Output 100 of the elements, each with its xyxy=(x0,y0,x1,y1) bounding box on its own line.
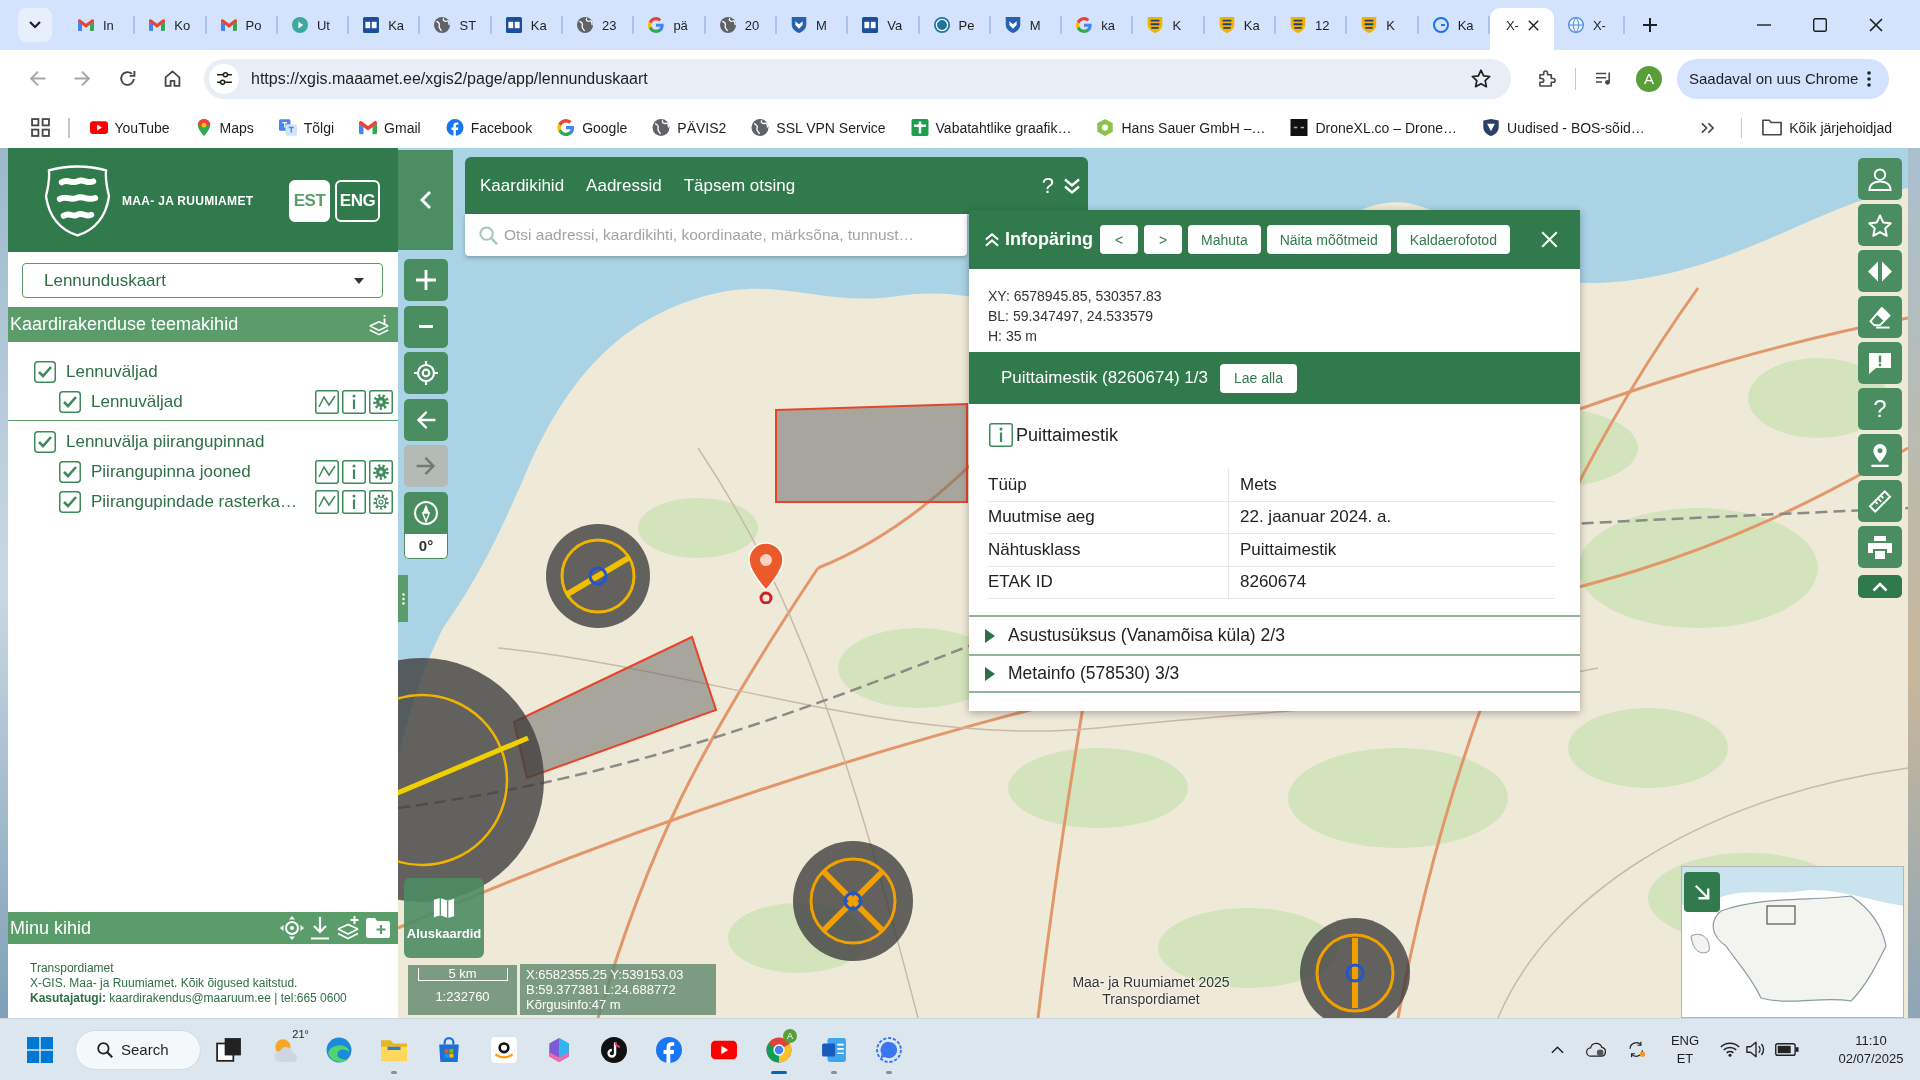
browser-tab[interactable]: Ut xyxy=(277,8,350,42)
browser-tab[interactable]: pä xyxy=(634,8,706,42)
site-info-button[interactable] xyxy=(209,63,239,94)
bookmark[interactable]: Maps xyxy=(186,112,262,143)
browser-tab[interactable]: M xyxy=(990,8,1063,42)
locate-button[interactable] xyxy=(404,352,448,394)
double-chevron-down-icon[interactable] xyxy=(1064,177,1080,194)
info-icon[interactable] xyxy=(342,460,366,484)
print-button[interactable] xyxy=(1858,526,1902,568)
layers-plus-icon[interactable] xyxy=(336,916,360,940)
bookmark[interactable]: Tõlgi xyxy=(270,112,343,143)
gear-icon[interactable] xyxy=(369,390,393,414)
search-field[interactable]: Otsi aadressi, kaardikihti, koordinaate, märksõna, tunnust… xyxy=(465,214,967,256)
help-button[interactable]: ? xyxy=(1041,172,1054,199)
checkbox[interactable] xyxy=(59,491,81,513)
browser-tab[interactable]: X- xyxy=(1553,8,1626,42)
result-header[interactable]: Puittaimestik (8260674) 1/3 Lae alla xyxy=(969,352,1580,404)
browser-tab[interactable]: Po xyxy=(206,8,278,42)
input-language-button[interactable]: ENG ET xyxy=(1663,1031,1707,1068)
apps-grid-icon[interactable] xyxy=(31,118,50,137)
zoom-in-button[interactable] xyxy=(404,259,448,301)
bookmark[interactable]: DroneXL.co – Drone… xyxy=(1282,112,1466,143)
checkbox[interactable] xyxy=(34,361,56,383)
favorites-button[interactable] xyxy=(1858,204,1902,246)
browser-tab[interactable]: ST xyxy=(420,8,492,42)
weather-button[interactable]: 21° xyxy=(256,1025,311,1074)
line-chart-icon[interactable] xyxy=(315,390,339,414)
info-button[interactable]: Mahuta xyxy=(1188,225,1261,254)
browser-tab[interactable]: K xyxy=(1347,8,1419,42)
eraser-button[interactable] xyxy=(1858,296,1902,338)
checkbox[interactable] xyxy=(59,461,81,483)
language-button[interactable]: ENG xyxy=(335,180,380,222)
location-button[interactable] xyxy=(1858,434,1902,476)
bookmark[interactable]: Google xyxy=(549,112,636,143)
browser-tab[interactable]: ka xyxy=(1062,8,1134,42)
result-row[interactable]: Asustusüksus (Vanamõisa küla) 2/3 xyxy=(969,615,1580,654)
browser-tab[interactable]: X- xyxy=(1489,8,1554,50)
tab-search-button[interactable] xyxy=(18,8,52,42)
folder-plus-icon[interactable] xyxy=(366,916,390,940)
gear-icon[interactable] xyxy=(369,460,393,484)
download-icon[interactable] xyxy=(310,916,330,940)
bookmark[interactable]: Hans Sauer GmbH –… xyxy=(1088,112,1274,143)
all-bookmarks-button[interactable]: Kõik järjehoidjad xyxy=(1754,112,1900,143)
browser-tab[interactable]: K xyxy=(1133,8,1205,42)
move-target-icon[interactable] xyxy=(280,916,304,940)
bookmark[interactable]: SSL VPN Service xyxy=(743,112,894,143)
browser-tab[interactable]: Ka xyxy=(491,8,564,42)
close-icon[interactable] xyxy=(1527,19,1539,31)
collapse-tools-button[interactable] xyxy=(1858,575,1902,598)
help-button[interactable]: ? xyxy=(1858,388,1902,430)
feedback-button[interactable] xyxy=(1858,342,1902,384)
compass-button[interactable] xyxy=(404,491,448,534)
info-icon[interactable] xyxy=(342,490,366,514)
bookmark[interactable]: Vabatahtlike graafik… xyxy=(902,112,1080,143)
download-button[interactable]: Lae alla xyxy=(1219,363,1297,393)
search-tab[interactable]: Kaardikihid xyxy=(469,175,576,196)
browser-tab[interactable]: 12 xyxy=(1276,8,1348,42)
bookmark[interactable]: PÄVIS2 xyxy=(644,112,735,143)
browser-tab[interactable]: 20 xyxy=(705,8,777,42)
info-button[interactable]: > xyxy=(1144,225,1182,254)
compare-button[interactable] xyxy=(1858,250,1902,292)
info-button[interactable]: < xyxy=(1100,225,1138,254)
map-select[interactable]: Lennunduskaart xyxy=(22,263,383,298)
checkbox[interactable] xyxy=(59,391,81,413)
info-button[interactable]: Näita mõõtmeid xyxy=(1266,225,1391,254)
panel-resize-handle[interactable] xyxy=(398,575,408,622)
bookmark[interactable]: Facebook xyxy=(437,112,541,143)
browser-tab[interactable]: Pe xyxy=(919,8,991,42)
address-bar[interactable]: https://xgis.maaamet.ee/xgis2/page/app/lennunduskaart xyxy=(204,58,1511,99)
browser-tab[interactable]: Ko xyxy=(135,8,207,42)
browser-tab[interactable]: 23 xyxy=(563,8,635,42)
info-icon[interactable] xyxy=(342,390,366,414)
bookmark[interactable]: YouTube xyxy=(81,112,178,143)
layers-info-icon[interactable] xyxy=(368,312,390,337)
browser-tab[interactable]: Va xyxy=(848,8,920,42)
line-chart-icon[interactable] xyxy=(315,460,339,484)
line-chart-icon[interactable] xyxy=(315,490,339,514)
search-tab[interactable]: Aadressid xyxy=(575,175,673,196)
zoom-out-button[interactable] xyxy=(404,305,448,348)
search-tab[interactable]: Täpsem otsing xyxy=(672,175,807,196)
taskbar-search[interactable]: Search xyxy=(75,1029,201,1070)
double-chevron-up-icon[interactable] xyxy=(985,232,999,247)
bookmark[interactable]: Uudised - BOS-sõid… xyxy=(1474,112,1653,143)
measure-button[interactable] xyxy=(1858,480,1902,522)
browser-tab[interactable]: In xyxy=(64,8,136,42)
overview-toggle-button[interactable] xyxy=(1684,872,1720,912)
clock[interactable]: 11:10 02/07/2025 xyxy=(1826,1031,1916,1068)
update-button[interactable]: Saadaval on uus Chrome xyxy=(1677,58,1889,99)
result-row[interactable]: Metainfo (578530) 3/3 xyxy=(969,654,1580,693)
info-button[interactable]: Kaldaerofotod xyxy=(1396,225,1510,254)
gear-icon[interactable] xyxy=(369,490,393,514)
bookmark[interactable]: Gmail xyxy=(351,112,429,143)
checkbox[interactable] xyxy=(34,431,56,453)
browser-tab[interactable]: Ka xyxy=(1418,8,1490,42)
star-icon[interactable] xyxy=(1471,69,1491,88)
browser-tab[interactable]: Ka xyxy=(349,8,421,42)
browser-tab[interactable]: Ka xyxy=(1204,8,1277,42)
browser-tab[interactable]: M xyxy=(776,8,849,42)
previous-view-button[interactable] xyxy=(404,398,448,441)
user-button[interactable] xyxy=(1858,158,1902,200)
